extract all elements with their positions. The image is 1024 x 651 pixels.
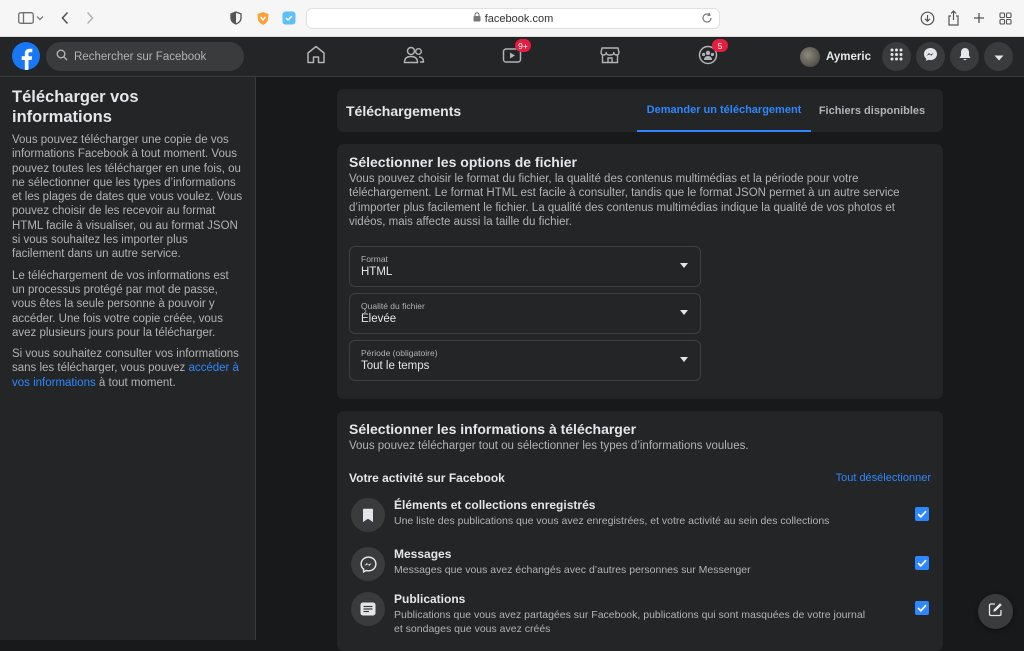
search-input[interactable] [74,50,234,63]
info-selection-title: Sélectionner les informations à téléchar… [349,421,637,437]
address-bar[interactable]: facebook.com [306,8,720,29]
file-options-description: Vous pouvez choisir le format du fichier… [349,173,900,228]
checkbox-checked[interactable] [915,601,929,615]
quality-label: Qualité du fichier [361,301,425,311]
marketplace-icon [600,46,620,69]
caret-down-icon [680,263,688,268]
bookmark-icon [351,498,385,532]
post-icon [351,592,385,626]
period-label: Période (obligatoire) [361,348,438,358]
grid-menu-icon [890,48,903,66]
sidebar-paragraph-2: Le téléchargement de vos informations es… [12,269,229,339]
search-icon [56,48,68,66]
format-value: HTML [361,266,393,278]
privacy-shield-icon[interactable] [227,9,245,27]
notifications-button[interactable] [950,42,979,71]
list-item[interactable]: Éléments et collections enregistrés Une … [349,496,931,540]
extension-icon[interactable] [280,9,298,27]
tab-request-download[interactable]: Demander un téléchargement [637,89,811,132]
search-box[interactable] [46,42,244,71]
item-description: Messages que vous avez échangés avec d’a… [394,564,751,576]
reload-icon[interactable] [701,12,713,27]
activity-section-header: Votre activité sur Facebook Tout désélec… [349,471,931,487]
sidebar-paragraph-3: Si vous souhaitez consulter vos informat… [12,347,243,390]
period-value: Tout le temps [361,360,430,372]
sidebar-title: Télécharger vos informations [12,88,139,126]
activity-section-title: Votre activité sur Facebook [349,471,505,485]
file-options-card: Sélectionner les options de fichier Vous… [337,144,943,399]
back-icon[interactable] [56,9,74,27]
period-select[interactable]: Période (obligatoire) Tout le temps [349,340,701,381]
home-icon [306,45,326,69]
browser-toolbar: facebook.com [0,0,1024,37]
facebook-logo-icon[interactable] [12,42,40,70]
format-select[interactable]: Format HTML [349,246,701,287]
item-title: Messages [394,547,452,561]
friends-icon [403,46,425,69]
file-options-title: Sélectionner les options de fichier [349,154,577,170]
facebook-top-nav: 9+ 5 Aymeric [0,37,1024,77]
checkbox-checked[interactable] [915,507,929,521]
left-sidebar: Télécharger vos informations Vous pouvez… [0,77,256,640]
nav-home-tab[interactable] [302,43,330,71]
deselect-all-button[interactable]: Tout désélectionner [836,472,931,484]
downloads-icon[interactable] [918,9,936,27]
quality-select[interactable]: Qualité du fichier Élevée [349,293,701,334]
sidebar-paragraph-1: Vous pouvez télécharger une copie de vos… [12,134,243,261]
item-description: Une liste des publications que vous avez… [394,515,830,527]
messenger-icon [923,47,938,67]
nav-friends-tab[interactable] [400,43,428,71]
menu-button[interactable] [882,42,911,71]
forward-icon[interactable] [81,9,99,27]
downloads-header-card: Téléchargements Demander un téléchargeme… [337,89,943,132]
url-text: facebook.com [484,12,554,25]
groups-badge: 5 [712,39,728,52]
messenger-icon [351,547,385,581]
list-item[interactable]: Publications Publications que vous avez … [349,590,931,635]
account-menu-button[interactable] [984,42,1013,71]
chevron-down-icon[interactable] [35,9,45,27]
watch-badge: 9+ [515,39,531,52]
list-item[interactable]: Messages Messages que vous avez échangés… [349,545,931,589]
share-icon[interactable] [944,9,962,27]
profile-button[interactable]: Aymeric [800,45,871,69]
caret-down-icon [994,48,1004,66]
caret-down-icon [680,310,688,315]
compose-icon [988,602,1003,622]
avatar [800,47,820,67]
tab-available-files[interactable]: Fichiers disponibles [811,89,933,132]
info-selection-description: Vous pouvez télécharger tout ou sélectio… [349,440,749,452]
new-message-button[interactable] [978,594,1013,629]
nav-marketplace-tab[interactable] [596,43,624,71]
tab-overview-icon[interactable] [996,9,1014,27]
format-label: Format [361,254,388,264]
lock-icon [473,12,481,25]
item-title: Éléments et collections enregistrés [394,498,596,512]
new-tab-icon[interactable] [970,9,988,27]
nav-watch-tab[interactable]: 9+ [498,39,531,71]
info-selection-card: Sélectionner les informations à téléchar… [337,411,943,651]
checkbox-checked[interactable] [915,556,929,570]
brave-shield-icon[interactable] [254,9,272,27]
nav-groups-tab[interactable]: 5 [694,39,728,71]
downloads-title: Téléchargements [346,103,462,119]
item-description: Publications que vous avez partagées sur… [394,609,866,635]
messenger-button[interactable] [916,42,945,71]
item-title: Publications [394,592,466,606]
sidebar-paragraph-3-end: à tout moment. [95,376,176,389]
quality-value: Élevée [361,313,397,325]
user-name: Aymeric [826,51,871,63]
bell-icon [958,47,972,67]
caret-down-icon [680,357,688,362]
